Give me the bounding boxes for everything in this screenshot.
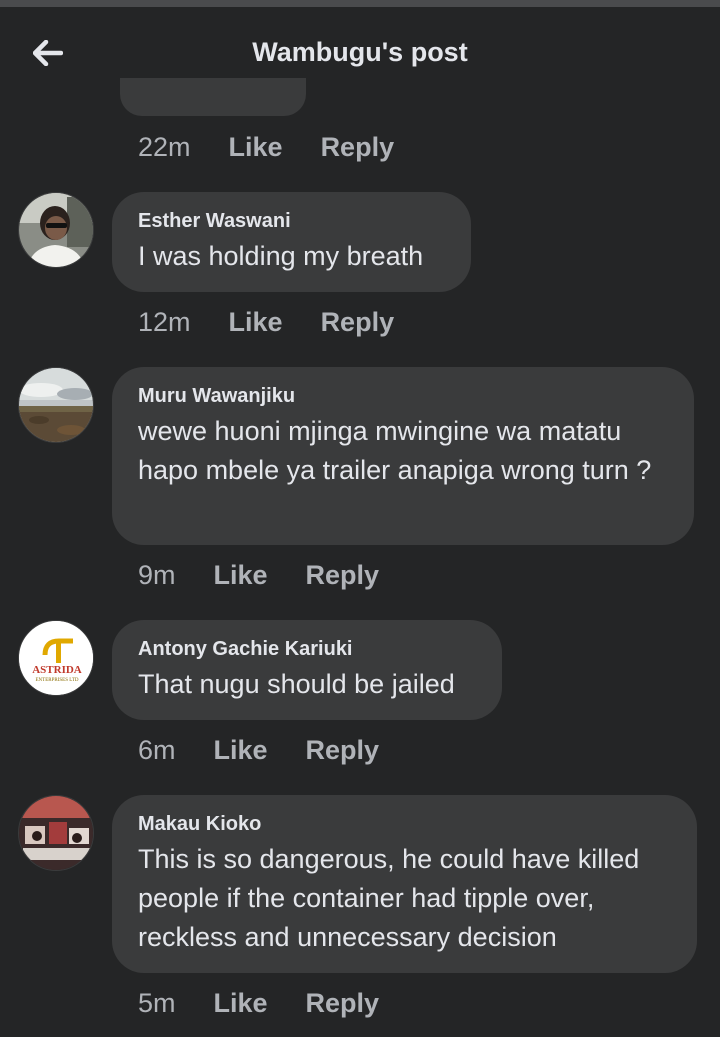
comment-time: 9m [138, 560, 176, 590]
comment-actions: 12m Like Reply [138, 307, 394, 338]
profile-photo-icon [19, 193, 93, 267]
reply-button[interactable]: Reply [321, 132, 395, 163]
post-header: Wambugu's post [0, 7, 720, 93]
like-button[interactable]: Like [229, 307, 283, 338]
comment-bubble[interactable]: Muru Wawanjiku wewe huoni mjinga mwingin… [112, 367, 694, 545]
logo-sub-text: ENTERPRISES LTD [35, 678, 78, 683]
profile-photo-icon [19, 368, 93, 442]
comment-author[interactable]: Esther Waswani [138, 210, 445, 233]
status-bar-edge [0, 0, 720, 7]
comment-time: 5m [138, 988, 176, 1018]
reply-button[interactable]: Reply [321, 307, 395, 338]
comment-author[interactable]: Muru Wawanjiku [138, 385, 668, 408]
comment-actions: 6m Like Reply [138, 735, 379, 766]
comment-bubble[interactable]: Esther Waswani I was holding my breath [112, 192, 471, 292]
avatar[interactable]: ASTRIDA ENTERPRISES LTD [18, 620, 94, 696]
comment-text: This is so dangerous, he could have kill… [138, 844, 640, 952]
profile-photo-icon [19, 796, 93, 870]
avatar[interactable] [18, 192, 94, 268]
comment-bubble[interactable]: Makau Kioko This is so dangerous, he cou… [112, 795, 697, 973]
like-button[interactable]: Like [214, 560, 268, 591]
comment-actions: 5m Like Reply [138, 988, 379, 1019]
comment-text: I was holding my breath [138, 241, 424, 271]
comment-text: wewe huoni mjinga mwingine wa matatu hap… [138, 416, 652, 485]
comment-bubble[interactable]: Antony Gachie Kariuki That nugu should b… [112, 620, 502, 720]
comment-actions: 9m Like Reply [138, 560, 379, 591]
comment-author[interactable]: Makau Kioko [138, 813, 671, 836]
avatar[interactable] [18, 367, 94, 443]
page-title: Wambugu's post [252, 37, 468, 67]
comment-author[interactable]: Antony Gachie Kariuki [138, 638, 476, 661]
reply-button[interactable]: Reply [306, 560, 380, 591]
comment-bubble-partial[interactable] [120, 78, 306, 116]
company-logo-icon: ASTRIDA ENTERPRISES LTD [19, 621, 93, 695]
avatar[interactable] [18, 795, 94, 871]
logo-brand-text: ASTRIDA [32, 664, 82, 676]
comment-text: That nugu should be jailed [138, 669, 455, 699]
comment-actions: 22m Like Reply [138, 132, 394, 163]
reply-button[interactable]: Reply [306, 988, 380, 1019]
comment-time: 12m [138, 307, 191, 337]
like-button[interactable]: Like [229, 132, 283, 163]
like-button[interactable]: Like [214, 988, 268, 1019]
comment-time: 6m [138, 735, 176, 765]
like-button[interactable]: Like [214, 735, 268, 766]
comment-time: 22m [138, 132, 191, 162]
reply-button[interactable]: Reply [306, 735, 380, 766]
